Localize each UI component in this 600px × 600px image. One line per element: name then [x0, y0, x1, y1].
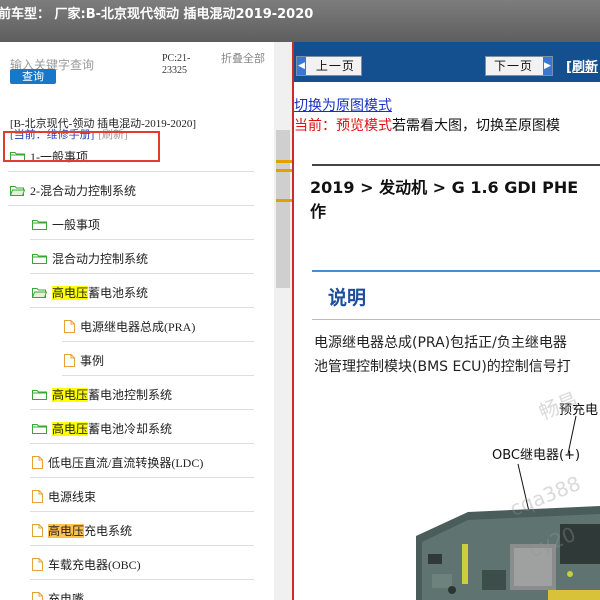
scroll-marker: [276, 160, 292, 163]
tree-item-label: 高电压蓄电池系统: [52, 285, 149, 300]
prev-page-button[interactable]: ◀ 上一页: [296, 56, 362, 76]
search-button[interactable]: 查询: [10, 69, 56, 84]
document-icon: [32, 489, 43, 503]
document-title: 2019 > 发动机 > G 1.6 GDI PHE 作: [310, 176, 578, 224]
mode-current: 当前：预览模式: [294, 119, 392, 134]
description-paragraph: 电源继电器总成(PRA)包括正/负主继电器 池管理控制模块(BMS ECU)的控…: [314, 331, 571, 379]
document-icon: [64, 353, 75, 367]
row-divider: [30, 307, 254, 308]
folder-icon: [32, 253, 47, 264]
row-divider: [8, 205, 254, 206]
left-panel: 输入关键字查询 查询 PC:21-23325 折叠全部 [B-北京现代-领动 插…: [0, 42, 292, 600]
tree-item-label: 低电压直流/直流转换器(LDC): [48, 455, 204, 470]
search-highlight: 高电压: [52, 285, 89, 300]
row-divider: [30, 443, 254, 444]
row-divider: [62, 375, 254, 376]
title-bar: 前车型： 厂家:B-北京现代领动 插电混动2019-2020: [0, 0, 600, 42]
tree-item[interactable]: 高电压蓄电池系统: [32, 282, 148, 302]
tree-item[interactable]: 高电压蓄电池控制系统: [32, 384, 172, 404]
tree-item-label: 2-混合动力控制系统: [30, 183, 136, 198]
arrow-right-icon: ▶: [543, 57, 552, 75]
section-heading: 说明: [328, 287, 367, 309]
switch-original-mode-link[interactable]: 切换为原图模式: [294, 95, 392, 115]
tree-item-label: 高电压充电系统: [48, 523, 133, 538]
pc-code: PC:21-23325: [162, 53, 191, 76]
paragraph-line: 池管理控制模块(BMS ECU)的控制信号打: [314, 359, 571, 375]
tree-item[interactable]: 高电压蓄电池冷却系统: [32, 418, 172, 438]
collapse-all-button[interactable]: 折叠全部: [221, 53, 265, 65]
tree-item[interactable]: 高电压充电系统: [32, 520, 132, 540]
row-divider: [30, 409, 254, 410]
document-icon: [64, 319, 75, 333]
tree-item-label: 一般事项: [52, 217, 101, 232]
scrollbar-track[interactable]: [274, 42, 292, 600]
search-highlight: 高电压: [52, 421, 89, 436]
tree-item[interactable]: 事例: [64, 350, 104, 370]
document-icon: [32, 523, 43, 537]
window-title: 前车型： 厂家:B-北京现代领动 插电混动2019-2020: [0, 7, 314, 22]
divider: [312, 164, 600, 166]
document-icon: [32, 591, 43, 600]
tree-item[interactable]: 低电压直流/直流转换器(LDC): [32, 452, 203, 472]
tree-item-label: 电源继电器总成(PRA): [80, 319, 196, 334]
tree-item[interactable]: 充电嘴: [32, 588, 84, 600]
tree-item[interactable]: 电源继电器总成(PRA): [64, 316, 195, 336]
mode-status: 当前：预览模式若需看大图，切换至原图模: [294, 115, 560, 135]
row-divider: [30, 545, 254, 546]
folder-open-icon: [10, 185, 25, 196]
tree-item-label: 充电嘴: [48, 591, 85, 600]
document-icon: [32, 557, 43, 571]
row-divider: [30, 579, 254, 580]
folder-icon: [32, 423, 47, 434]
arrow-left-icon: ◀: [297, 57, 306, 75]
tree-item[interactable]: 电源线束: [32, 486, 96, 506]
search-highlight: 高电压: [48, 523, 85, 538]
document-icon: [32, 455, 43, 469]
next-page-button[interactable]: 下一页 ▶: [485, 56, 553, 76]
tree-item-label: 车载充电器(OBC): [48, 557, 141, 572]
document-title-line1: 2019 > 发动机 > G 1.6 GDI PHE: [310, 178, 579, 197]
divider: [312, 270, 600, 272]
document-viewer: ◀ 上一页 下一页 ▶ [刷新 切换为原图模式 当前：预览模式若需看大图，切换至…: [294, 42, 600, 600]
viewer-toolbar: ◀ 上一页 下一页 ▶ [刷新: [294, 42, 600, 82]
tree-item[interactable]: 一般事项: [32, 214, 100, 234]
row-divider: [62, 341, 254, 342]
tree-item-label: 事例: [80, 353, 105, 368]
mode-hint: 若需看大图，切换至原图模: [392, 119, 560, 134]
divider: [312, 319, 600, 320]
row-divider: [8, 171, 254, 172]
viewer-refresh-link[interactable]: [刷新: [566, 56, 598, 75]
tree-item-label: 电源线束: [48, 489, 97, 504]
tree-item[interactable]: 2-混合动力控制系统: [10, 180, 136, 200]
selected-item-highlight: [3, 131, 160, 162]
row-divider: [30, 239, 254, 240]
scroll-marker: [276, 169, 292, 172]
tree-item-label: 混合动力控制系统: [52, 251, 149, 266]
folder-icon: [32, 389, 47, 400]
folder-icon: [32, 219, 47, 230]
tree-item[interactable]: 混合动力控制系统: [32, 248, 148, 268]
scrollbar-thumb[interactable]: [276, 130, 290, 288]
paragraph-line: 电源继电器总成(PRA)包括正/负主继电器: [314, 335, 567, 351]
row-divider: [30, 477, 254, 478]
folder-open-icon: [32, 287, 47, 298]
row-divider: [30, 511, 254, 512]
tree-item-label: 高电压蓄电池冷却系统: [52, 421, 173, 436]
next-page-label: 下一页: [494, 59, 534, 73]
tree-item[interactable]: 车载充电器(OBC): [32, 554, 141, 574]
document-title-line2: 作: [310, 202, 327, 221]
row-divider: [30, 273, 254, 274]
prev-page-label: 上一页: [315, 59, 355, 73]
search-highlight: 高电压: [52, 387, 89, 402]
tree-item-label: 高电压蓄电池控制系统: [52, 387, 173, 402]
scroll-marker: [276, 199, 292, 202]
